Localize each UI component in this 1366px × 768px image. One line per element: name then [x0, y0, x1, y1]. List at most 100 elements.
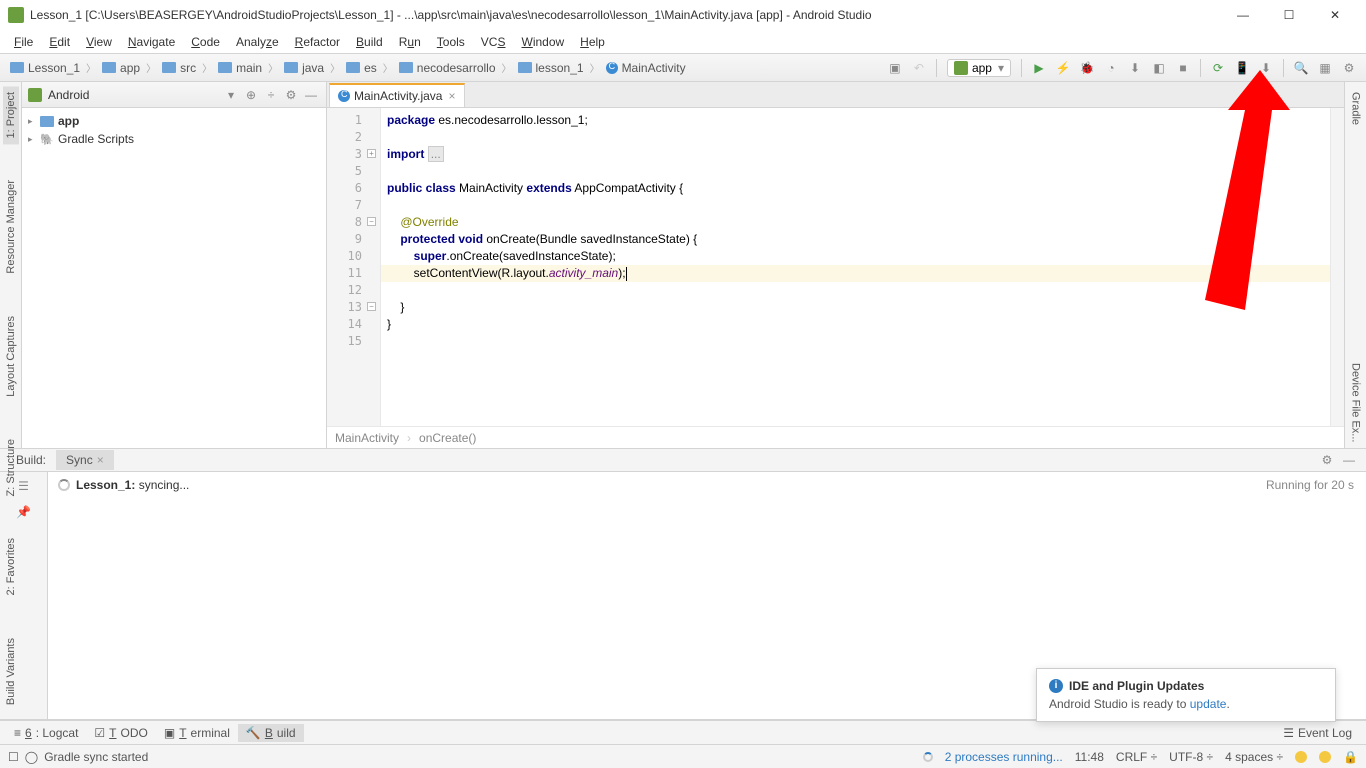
breadcrumb-item[interactable]: java [280, 59, 328, 77]
breadcrumb-item[interactable]: MainActivity [602, 59, 690, 77]
progress-icon: ◯ [25, 750, 38, 764]
memory-indicator-icon[interactable] [1319, 751, 1331, 763]
processes-link[interactable]: 2 processes running... [945, 750, 1063, 764]
stop-icon[interactable]: ■ [1172, 57, 1194, 79]
indent-setting[interactable]: 4 spaces ÷ [1225, 750, 1283, 764]
code-area[interactable]: 123+5678−910111213−1415 package es.necod… [327, 108, 1344, 426]
gear-icon[interactable]: ⚙ [282, 86, 300, 104]
tool-window-toggle-icon[interactable]: ☐ [8, 750, 19, 764]
debug-icon[interactable]: 🐞 [1076, 57, 1098, 79]
target-icon[interactable]: ⊕ [242, 86, 260, 104]
left-tab[interactable]: 1: Project [3, 86, 19, 144]
menu-view[interactable]: View [80, 33, 118, 51]
bottom-tool-windows: ≡ 6: Logcat☑ TODO▣ Terminal🔨 Build ☰ Eve… [0, 720, 1366, 744]
spinner-icon [58, 479, 70, 491]
menu-help[interactable]: Help [574, 33, 611, 51]
build-hide-icon[interactable]: — [1338, 449, 1360, 471]
profile-icon[interactable]: ◔ [1100, 57, 1122, 79]
back-icon[interactable]: ↶ [908, 57, 930, 79]
close-tab-icon[interactable]: × [448, 89, 455, 103]
spinner-icon [923, 752, 933, 762]
left-tool-strip: 1: Project Resource Manager Layout Capture… [0, 82, 22, 448]
menu-edit[interactable]: Edit [43, 33, 76, 51]
attach-debugger-icon[interactable]: ⬇ [1124, 57, 1146, 79]
editor-tab-label: MainActivity.java [354, 89, 442, 103]
class-icon [338, 90, 350, 102]
cursor-position[interactable]: 11:48 [1075, 750, 1104, 764]
notification-title: IDE and Plugin Updates [1069, 679, 1204, 693]
project-tree[interactable]: ▸app▸Gradle Scripts [22, 108, 326, 152]
crumb-method[interactable]: onCreate() [419, 431, 476, 445]
left-tab[interactable]: Layout Captures [3, 310, 19, 403]
close-button[interactable]: ✕ [1312, 0, 1358, 30]
notification-popup[interactable]: iIDE and Plugin Updates Android Studio i… [1036, 668, 1336, 722]
editor-scrollbar[interactable] [1330, 108, 1344, 426]
breadcrumb-item[interactable]: app [98, 59, 144, 77]
menu-analyze[interactable]: Analyze [230, 33, 285, 51]
inspection-ok-icon[interactable] [1295, 751, 1307, 763]
status-message: Gradle sync started [44, 750, 148, 764]
left-tab[interactable]: Build Variants [3, 632, 19, 711]
android-studio-icon [8, 7, 24, 23]
crumb-class[interactable]: MainActivity [335, 431, 399, 445]
breadcrumb-item[interactable]: Lesson_1 [6, 59, 84, 77]
menubar: File Edit View Navigate Code Analyze Ref… [0, 30, 1366, 54]
editor-content[interactable]: package es.necodesarrollo.lesson_1;impor… [381, 108, 1330, 426]
tool-window-button[interactable]: ☑ TODO [86, 724, 155, 742]
menu-file[interactable]: File [8, 33, 39, 51]
sdk-manager-icon[interactable]: ⬇ [1255, 57, 1277, 79]
tool-window-button[interactable]: ≡ 6: Logcat [6, 724, 86, 742]
left-tab[interactable]: 2: Favorites [3, 532, 19, 601]
sync-gradle-icon[interactable]: ⟳ [1207, 57, 1229, 79]
search-everywhere-icon[interactable]: 🔍 [1290, 57, 1312, 79]
tree-item[interactable]: ▸Gradle Scripts [28, 130, 320, 148]
avd-manager-icon[interactable]: 📱 [1231, 57, 1253, 79]
run-icon[interactable]: ▶ [1028, 57, 1050, 79]
left-tab[interactable]: Resource Manager [3, 174, 19, 280]
maximize-button[interactable]: ☐ [1266, 0, 1312, 30]
coverage-icon[interactable]: ◧ [1148, 57, 1170, 79]
menu-navigate[interactable]: Navigate [122, 33, 181, 51]
editor-tab[interactable]: MainActivity.java × [329, 83, 465, 107]
file-encoding[interactable]: UTF-8 ÷ [1169, 750, 1213, 764]
update-link[interactable]: update [1190, 697, 1227, 711]
breadcrumb-item[interactable]: main [214, 59, 266, 77]
right-tab-device-file-explorer[interactable]: Device File Ex... [1348, 357, 1364, 448]
menu-run[interactable]: Run [393, 33, 427, 51]
run-config-selector[interactable]: app ▾ [947, 59, 1011, 77]
chevron-down-icon[interactable]: ▾ [228, 88, 234, 102]
sync-tab[interactable]: Sync× [56, 450, 114, 470]
minimize-button[interactable]: — [1220, 0, 1266, 30]
hide-icon[interactable]: — [302, 86, 320, 104]
run-config-label: app [972, 61, 992, 75]
settings-icon[interactable]: ⚙ [1338, 57, 1360, 79]
project-view-label[interactable]: Android [48, 88, 228, 102]
pin-icon[interactable]: 📌 [14, 502, 34, 522]
menu-vcs[interactable]: VCS [475, 33, 512, 51]
event-log-button[interactable]: ☰ Event Log [1275, 724, 1360, 742]
breadcrumb-item[interactable]: es [342, 59, 381, 77]
tool-window-button[interactable]: 🔨 Build [238, 724, 304, 742]
make-project-icon[interactable]: ▣ [884, 57, 906, 79]
tool-window-button[interactable]: ▣ Terminal [156, 724, 238, 742]
collapse-icon[interactable]: ÷ [262, 86, 280, 104]
menu-tools[interactable]: Tools [431, 33, 471, 51]
lock-icon[interactable]: 🔒 [1343, 750, 1358, 764]
menu-build[interactable]: Build [350, 33, 389, 51]
project-structure-icon[interactable]: ▦ [1314, 57, 1336, 79]
menu-window[interactable]: Window [515, 33, 570, 51]
close-icon[interactable]: × [97, 453, 104, 467]
breadcrumb-item[interactable]: necodesarrollo [395, 59, 500, 77]
menu-code[interactable]: Code [185, 33, 226, 51]
editor-pane: MainActivity.java × 123+5678−910111213−1… [327, 82, 1344, 448]
tree-item[interactable]: ▸app [28, 112, 320, 130]
build-gear-icon[interactable]: ⚙ [1316, 449, 1338, 471]
right-tab-gradle[interactable]: Gradle [1348, 86, 1364, 131]
left-tab[interactable]: Z: Structure [3, 433, 19, 502]
breadcrumb-item[interactable]: lesson_1 [514, 59, 588, 77]
breadcrumb-item[interactable]: src [158, 59, 200, 77]
apply-changes-icon[interactable]: ⚡ [1052, 57, 1074, 79]
line-separator[interactable]: CRLF ÷ [1116, 750, 1157, 764]
menu-refactor[interactable]: Refactor [289, 33, 346, 51]
gutter[interactable]: 123+5678−910111213−1415 [327, 108, 381, 426]
